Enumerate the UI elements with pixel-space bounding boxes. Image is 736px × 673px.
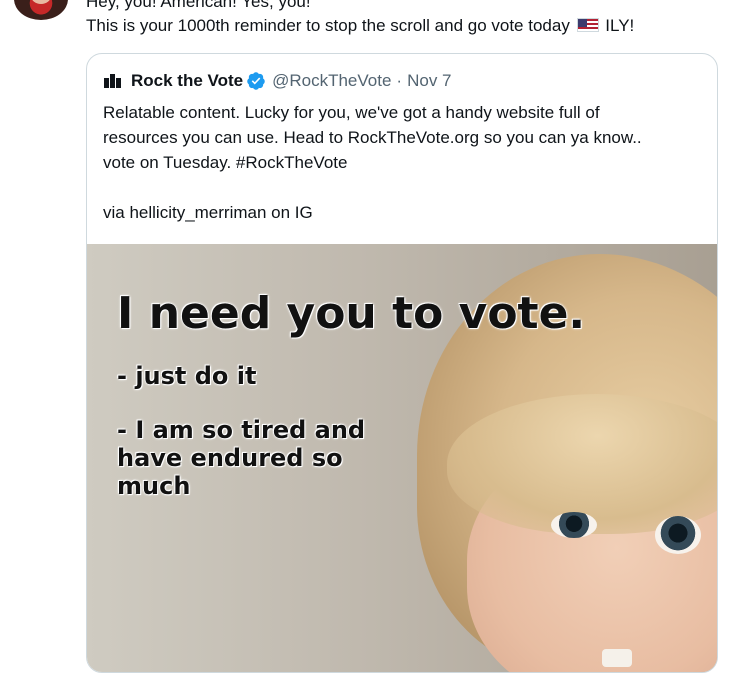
doll-teeth: [602, 649, 632, 667]
us-flag-icon: [576, 18, 599, 32]
doll-right-eye: [655, 516, 701, 554]
quoted-author-handle[interactable]: @RockTheVote: [272, 71, 391, 91]
tweet-line-2-end: ILY!: [605, 16, 635, 35]
image-caption: I need you to vote. - just do it - I am …: [117, 288, 585, 500]
quoted-author-name[interactable]: Rock the Vote: [131, 71, 243, 91]
image-line-2: - I am so tired and have endured so much: [117, 416, 366, 500]
user-avatar[interactable]: [14, 0, 68, 20]
rock-the-vote-logo-icon[interactable]: [103, 71, 123, 91]
quoted-tweet-image[interactable]: I need you to vote. - just do it - I am …: [87, 244, 717, 672]
quoted-body-line-2: resources you can use. Head to RockTheVo…: [103, 128, 642, 147]
quoted-tweet-header: Rock the Vote @RockTheVote · Nov 7: [103, 70, 452, 92]
quoted-body-via: via hellicity_merriman on IG: [103, 203, 313, 222]
verified-badge-icon: [247, 72, 265, 90]
tweet-line-1: Hey, you! American! Yes, you!: [86, 0, 311, 11]
doll-left-eye: [551, 512, 597, 538]
quoted-body-line-1: Relatable content. Lucky for you, we've …: [103, 103, 600, 122]
quoted-tweet[interactable]: Rock the Vote @RockTheVote · Nov 7 Relat…: [86, 53, 718, 673]
quoted-tweet-body: Relatable content. Lucky for you, we've …: [103, 100, 703, 225]
quoted-body-line-3: vote on Tuesday. #RockTheVote: [103, 153, 348, 172]
tweet-line-2: This is your 1000th reminder to stop the…: [86, 14, 716, 38]
quoted-tweet-date[interactable]: Nov 7: [407, 71, 451, 91]
tweet-line-2-text: This is your 1000th reminder to stop the…: [86, 16, 570, 35]
image-line-1: - just do it: [117, 362, 257, 390]
avatar-face: [31, 0, 51, 4]
tweet-text: Hey, you! American! Yes, you! This is yo…: [86, 0, 716, 38]
image-title-text: I need you to vote.: [117, 288, 586, 339]
header-separator: ·: [396, 71, 403, 90]
